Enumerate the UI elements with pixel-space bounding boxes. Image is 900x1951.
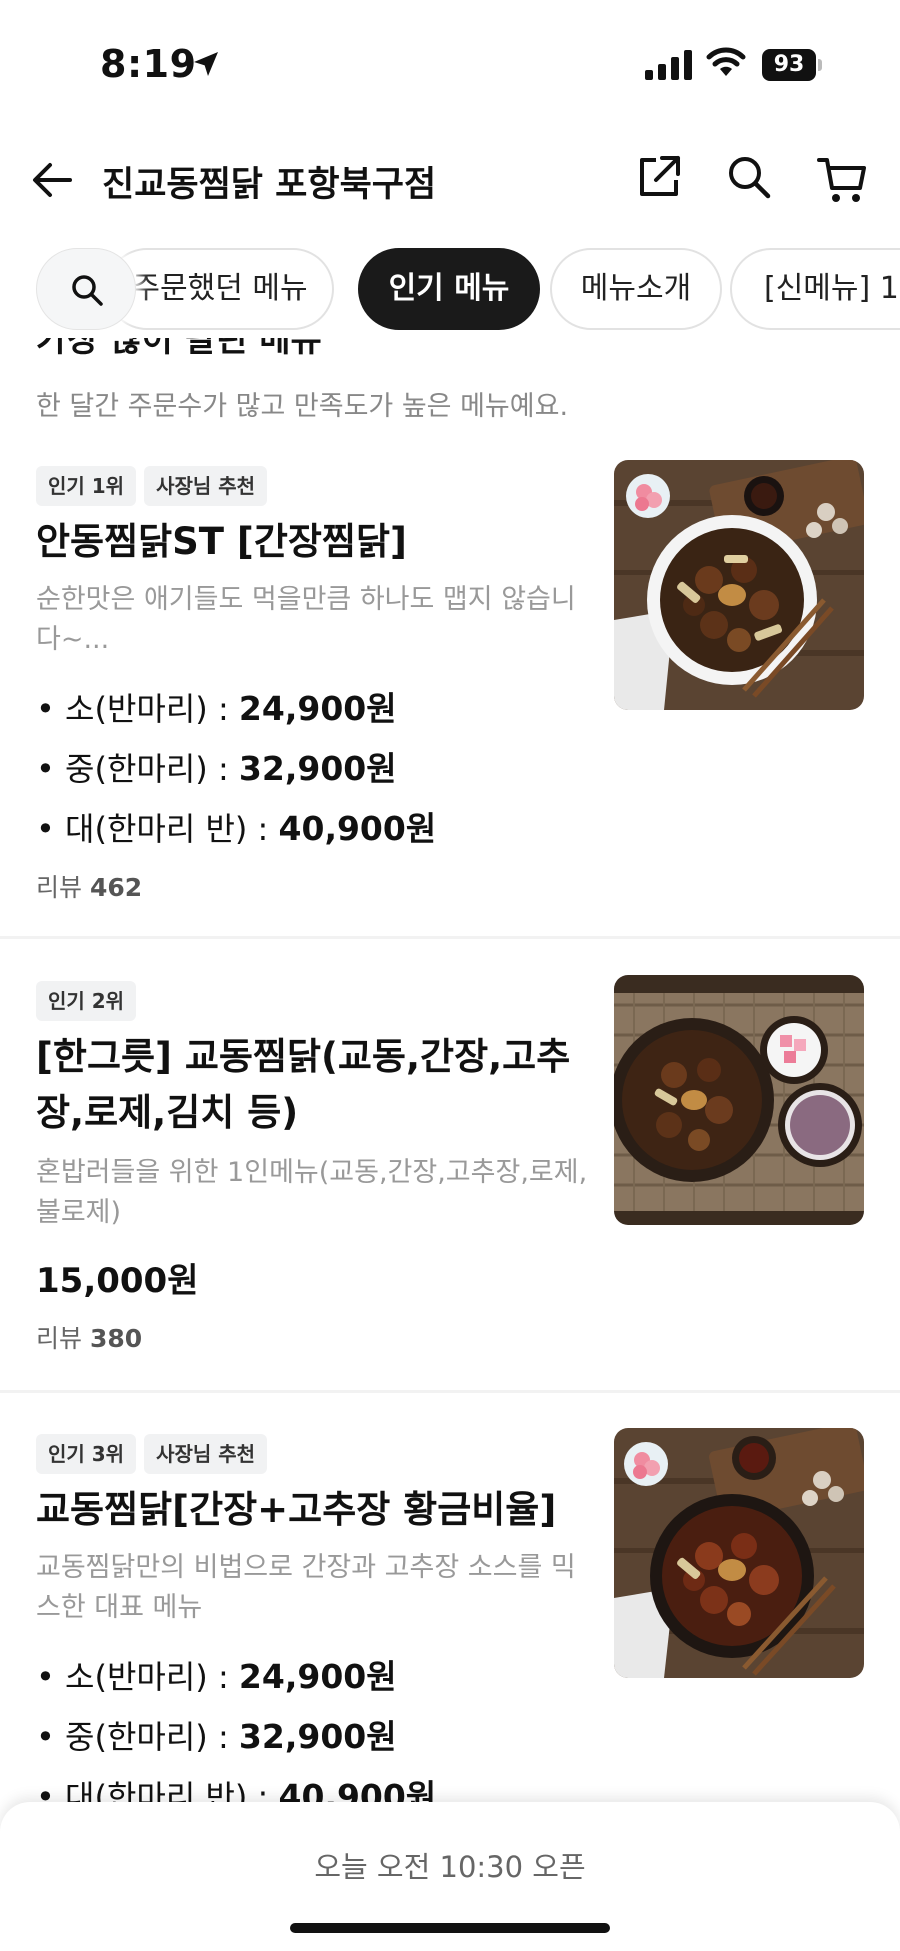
menu-item-2[interactable]: 인기 2위 [한그릇] 교동찜닭(교동,간장,고추장,로제,김치 등) 혼밥러들… (0, 975, 900, 1375)
share-button[interactable] (636, 154, 686, 204)
price-amount: 32,900원 (238, 749, 397, 788)
price-medium: • 중(한마리) : 32,900원 (36, 742, 397, 790)
battery-tip (818, 59, 822, 71)
menu-description: 교동찜닭만의 비법으로 간장과 고추장 소스를 믹스한 대표 메뉴 (36, 1552, 576, 1623)
review-label: 리뷰 (36, 873, 83, 902)
search-button[interactable] (726, 154, 776, 204)
battery-level: 93 (762, 49, 816, 81)
cellular-signal-icon (645, 50, 692, 80)
menu-description: 혼밥러들을 위한 1인메뉴(교동,간장,고추장,로제,불로제) (36, 1157, 588, 1228)
battery-icon: 93 (762, 49, 822, 81)
review-number: 380 (89, 1324, 143, 1353)
rank-badge: 인기 3위 (36, 1434, 137, 1474)
menu-item-3[interactable]: 인기 3위 사장님 추천 교동찜닭[간장+고추장 황금비율] 교동찜닭만의 비법으… (0, 1428, 900, 1816)
menu-price: 15,000원 (36, 1261, 199, 1301)
rank-badge: 인기 2위 (36, 981, 137, 1021)
menu-description: 순한맛은 애기들도 먹을만큼 하나도 맵지 않습니다~... (36, 584, 576, 655)
price-label: • 대(한마리 반) : (36, 810, 279, 848)
section-description: 한 달간 주문수가 많고 만족도가 높은 메뉴예요. (36, 391, 569, 422)
tab-menu-intro[interactable]: 메뉴소개 (550, 248, 722, 330)
badge-group: 인기 1위 사장님 추천 (36, 466, 275, 506)
review-count: 리뷰 380 (36, 1319, 142, 1355)
home-indicator[interactable] (290, 1923, 610, 1933)
menu-photo (614, 460, 864, 710)
price-small: • 소(반마리) : 24,900원 (36, 1650, 397, 1698)
price-large: • 대(한마리 반) : 40,900원 (36, 802, 436, 850)
menu-name: 안동찜닭ST [간장찜닭] (36, 520, 407, 563)
price-medium: • 중(한마리) : 32,900원 (36, 1710, 397, 1758)
price-label: • 중(한마리) : (36, 1718, 239, 1756)
price-amount: 24,900원 (238, 689, 397, 728)
tab-ordered-menu[interactable]: 주문했던 메뉴 (106, 248, 334, 330)
menu-name: 교동찜닭[간장+고추장 황금비율] (36, 1488, 557, 1531)
category-tab-bar: 주문했던 메뉴 인기 메뉴 메뉴소개 [신메뉴] 14 (0, 244, 900, 334)
item-divider (0, 1390, 900, 1393)
price-label: • 소(반마리) : (36, 1658, 239, 1696)
review-number: 462 (89, 873, 143, 902)
tab-new-menu[interactable]: [신메뉴] 14 (730, 248, 900, 330)
search-icon (729, 157, 771, 199)
store-header: 진교동찜닭 포항북구점 (0, 140, 900, 220)
tab-search-button[interactable] (36, 248, 136, 330)
price-amount: 32,900원 (238, 1717, 397, 1756)
store-title: 진교동찜닭 포항북구점 (102, 165, 437, 205)
price-amount: 24,900원 (238, 1657, 397, 1696)
status-bar: 8:19 93 (0, 0, 900, 120)
menu-photo (614, 975, 864, 1225)
review-count: 리뷰 462 (36, 868, 142, 904)
price-amount: 40,900원 (278, 809, 437, 848)
share-icon (640, 156, 680, 196)
wifi-icon (706, 47, 746, 76)
menu-name: [한그릇] 교동찜닭(교동,간장,고추장,로제,김치 등) (36, 1035, 571, 1134)
owner-pick-badge: 사장님 추천 (144, 466, 268, 506)
back-arrow-icon (33, 163, 72, 197)
cart-icon (817, 158, 866, 202)
item-divider (0, 936, 900, 939)
cart-button[interactable] (816, 154, 870, 208)
bottom-order-bar: 오늘 오전 10:30 오픈 (0, 1802, 900, 1951)
badge-group: 인기 2위 (36, 981, 144, 1021)
tab-popular-menu[interactable]: 인기 메뉴 (358, 248, 540, 330)
badge-group: 인기 3위 사장님 추천 (36, 1434, 275, 1474)
menu-photo (614, 1428, 864, 1678)
store-open-time: 오늘 오전 10:30 오픈 (314, 1850, 586, 1884)
menu-item-1[interactable]: 인기 1위 사장님 추천 안동찜닭ST [간장찜닭] 순한맛은 애기들도 먹을만큼… (0, 460, 900, 930)
location-arrow-icon (194, 52, 218, 76)
status-time: 8:19 (100, 42, 197, 86)
price-small: • 소(반마리) : 24,900원 (36, 682, 397, 730)
price-label: • 중(한마리) : (36, 750, 239, 788)
section-title: 가장 많이 팔린 메뉴 (36, 338, 322, 360)
review-label: 리뷰 (36, 1324, 83, 1353)
owner-pick-badge: 사장님 추천 (144, 1434, 268, 1474)
back-button[interactable] (30, 158, 80, 202)
price-label: • 소(반마리) : (36, 690, 239, 728)
rank-badge: 인기 1위 (36, 466, 137, 506)
search-icon (72, 275, 103, 306)
